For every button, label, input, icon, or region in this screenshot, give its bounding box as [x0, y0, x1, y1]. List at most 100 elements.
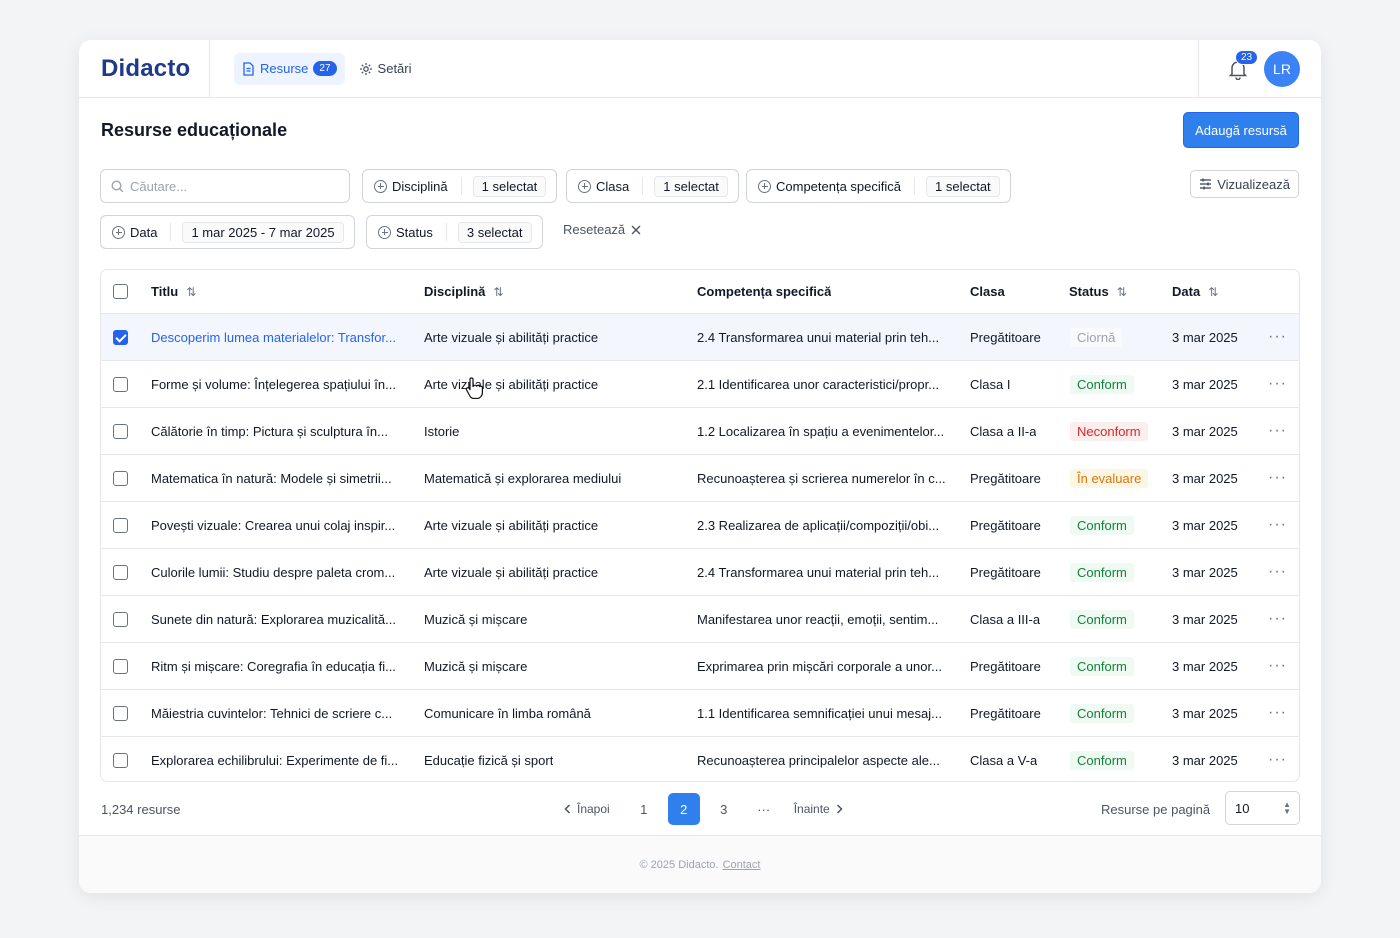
status-badge: Conform [1070, 374, 1134, 394]
resource-class: Clasa a V-a [970, 752, 1038, 768]
table-row[interactable]: Culorile lumii: Studiu despre paleta cro… [101, 549, 1299, 596]
contact-link[interactable]: Contact [723, 859, 761, 871]
filter-competence[interactable]: Competența specifică 1 selectat [746, 169, 1011, 203]
table-row[interactable]: Povești vizuale: Crearea unui colaj insp… [101, 502, 1299, 549]
table-row[interactable]: Forme și volume: Înțelegerea spațiului î… [101, 361, 1299, 408]
resources-table: Titlu ⇅ Disciplină ⇅ Competența specifică … [100, 269, 1300, 782]
close-icon [631, 225, 641, 234]
row-checkbox[interactable] [113, 612, 128, 627]
resource-discipline: Istorie [424, 423, 460, 439]
resource-class: Pregătitoare [970, 564, 1041, 580]
table-row[interactable]: Ritm și mișcare: Coregrafia în educația … [101, 643, 1299, 690]
resource-title[interactable]: Forme și volume: Înțelegerea spațiului î… [151, 377, 396, 392]
resource-title[interactable]: Matematica în natură: Modele și simetrii… [151, 471, 392, 486]
table-row[interactable]: Măiestria cuvintelor: Tehnici de scriere… [101, 690, 1299, 737]
table-row[interactable]: Călătorie în timp: Pictura și sculptura … [101, 408, 1299, 455]
per-page-select[interactable]: 10 ▲ ▼ [1225, 791, 1300, 825]
resource-title[interactable]: Măiestria cuvintelor: Tehnici de scriere… [151, 706, 392, 721]
chevron-right-icon [836, 804, 843, 814]
filter-label: Data [130, 224, 158, 240]
row-checkbox[interactable] [113, 518, 128, 533]
filter-class[interactable]: Clasa 1 selectat [566, 169, 739, 203]
sort-icon[interactable]: ⇅ [1208, 285, 1218, 299]
resource-discipline: Arte vizuale și abilități practice [424, 376, 599, 392]
row-checkbox[interactable] [113, 424, 128, 439]
plus-circle-icon [578, 179, 591, 193]
resource-title[interactable]: Culorile lumii: Studiu despre paleta cro… [151, 565, 395, 580]
resource-competence: 2.4 Transformarea unui material prin teh… [697, 564, 940, 580]
status-badge: Conform [1070, 750, 1134, 770]
row-checkbox[interactable] [113, 377, 128, 392]
row-actions-menu-icon[interactable]: ··· [1268, 563, 1287, 581]
user-avatar[interactable]: LR [1264, 51, 1300, 87]
nav-item-setari[interactable]: Setări [351, 53, 420, 85]
search-input[interactable] [130, 178, 330, 194]
column-header-title[interactable]: Titlu ⇅ [151, 284, 196, 299]
resource-title[interactable]: Ritm și mișcare: Coregrafia în educația … [151, 659, 396, 674]
status-badge: Neconform [1070, 421, 1148, 441]
row-checkbox[interactable] [113, 753, 128, 768]
table-row[interactable]: Descoperim lumea materialelor: Transfor.… [101, 314, 1299, 361]
per-page-label: Resurse pe pagină [1101, 802, 1211, 817]
column-header-discipline[interactable]: Disciplină ⇅ [424, 284, 503, 299]
divider [914, 177, 916, 195]
user-area: 23 LR [1198, 40, 1321, 98]
row-actions-menu-icon[interactable]: ··· [1268, 469, 1287, 487]
row-checkbox[interactable] [113, 659, 128, 674]
filter-label: Disciplină [392, 178, 448, 194]
resource-title[interactable]: Explorarea echilibrului: Experimente de … [151, 753, 398, 768]
table-row[interactable]: Sunete din natură: Explorarea muzicalită… [101, 596, 1299, 643]
row-checkbox[interactable] [113, 471, 128, 486]
resource-discipline: Educație fizică și sport [424, 752, 554, 768]
resource-class: Pregătitoare [970, 329, 1041, 345]
resource-title[interactable]: Sunete din natură: Explorarea muzicalită… [151, 612, 396, 627]
filter-status[interactable]: Status 3 selectat [366, 215, 543, 249]
resource-title[interactable]: Descoperim lumea materialelor: Transfor.… [151, 330, 396, 345]
row-actions-menu-icon[interactable]: ··· [1268, 610, 1287, 628]
filter-discipline[interactable]: Disciplină 1 selectat [362, 169, 558, 203]
table-row[interactable]: Matematica în natură: Modele și simetrii… [101, 455, 1299, 502]
column-header-status[interactable]: Status ⇅ [1069, 284, 1127, 299]
row-actions-menu-icon[interactable]: ··· [1268, 375, 1287, 393]
table-row[interactable]: Explorarea echilibrului: Experimente de … [101, 737, 1299, 781]
page-button-1[interactable]: 1 [628, 793, 660, 825]
nav-item-resurse[interactable]: Resurse 27 [234, 52, 345, 85]
select-all-checkbox[interactable] [113, 284, 128, 299]
row-actions-menu-icon[interactable]: ··· [1268, 657, 1287, 675]
app-logo[interactable]: Didacto [79, 40, 210, 98]
plus-circle-icon [378, 225, 391, 239]
resource-title[interactable]: Călătorie în timp: Pictura și sculptura … [151, 424, 388, 439]
column-header-date[interactable]: Data ⇅ [1172, 284, 1218, 299]
divider [460, 177, 462, 195]
row-actions-menu-icon[interactable]: ··· [1268, 704, 1287, 722]
sliders-icon [1200, 178, 1212, 190]
page-button-2[interactable]: 2 [667, 793, 700, 825]
prev-page-button[interactable]: Înapoi [564, 802, 610, 816]
resource-date: 3 mar 2025 [1172, 517, 1238, 533]
resource-date: 3 mar 2025 [1172, 564, 1238, 580]
sort-icon[interactable]: ⇅ [186, 285, 196, 299]
row-checkbox[interactable] [113, 565, 128, 580]
view-options-button[interactable]: Vizualizează [1190, 170, 1299, 198]
row-checkbox[interactable] [113, 706, 128, 721]
row-checkbox[interactable] [113, 330, 128, 345]
divider [445, 223, 447, 241]
nav-item-label: Resurse [260, 61, 309, 76]
notification-count-badge: 23 [1235, 50, 1259, 65]
row-actions-menu-icon[interactable]: ··· [1268, 516, 1287, 534]
filter-date[interactable]: Data 1 mar 2025 - 7 mar 2025 [100, 215, 355, 249]
add-resource-button[interactable]: Adaugă resursă [1183, 112, 1299, 148]
resource-title[interactable]: Povești vizuale: Crearea unui colaj insp… [151, 518, 395, 533]
sort-icon[interactable]: ⇅ [1117, 285, 1127, 299]
page-button-3[interactable]: 3 [708, 793, 740, 825]
table-header-row: Titlu ⇅ Disciplină ⇅ Competența specifică … [101, 270, 1299, 314]
row-actions-menu-icon[interactable]: ··· [1268, 422, 1287, 440]
row-actions-menu-icon[interactable]: ··· [1268, 751, 1287, 769]
next-page-button[interactable]: Înainte [794, 802, 843, 816]
row-actions-menu-icon[interactable]: ··· [1268, 328, 1287, 346]
plus-circle-icon [758, 179, 771, 193]
reset-filters-button[interactable]: Resetează [563, 222, 641, 237]
header-label: Titlu [151, 284, 179, 299]
sort-icon[interactable]: ⇅ [493, 285, 503, 299]
search-box[interactable] [100, 169, 350, 203]
